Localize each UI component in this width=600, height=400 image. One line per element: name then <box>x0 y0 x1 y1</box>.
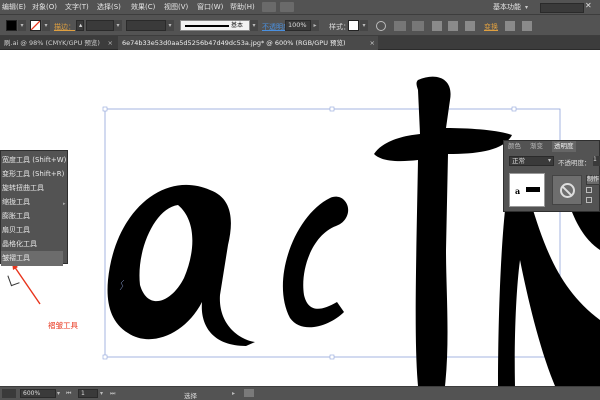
fill-dropdown-icon[interactable]: ▾ <box>18 20 26 31</box>
transform-link[interactable]: 变换 <box>484 22 498 32</box>
flyout-item-warp-tool[interactable]: 变形工具 (Shift+R) <box>1 167 64 182</box>
bounding-box-handle <box>329 354 335 360</box>
workspace-switcher[interactable]: 基本功能 <box>493 2 521 12</box>
menu-help[interactable]: 帮助(H) <box>230 2 255 12</box>
flyout-item-wrinkle-tool[interactable]: 皱褶工具 <box>1 251 63 266</box>
annotation-label: 褶皱工具 <box>48 321 78 330</box>
status-menu-icon[interactable]: ▸ <box>232 390 235 397</box>
artboard-field[interactable]: 1 <box>78 389 98 398</box>
scrollbar-thumb[interactable] <box>244 389 254 397</box>
mask-thumbnail[interactable] <box>552 175 582 205</box>
flyout-item-crystallize-tool[interactable]: 晶格化工具 <box>1 237 63 252</box>
object-thumbnail[interactable]: a <box>509 173 545 207</box>
control-bar: ▾ ▾ 描边： ▴ ▾ ▾ 基本 ▾ 不透明度： 100% ▸ 样式： ▾ 变换 <box>0 14 600 36</box>
panel-opacity-field[interactable]: 1 <box>593 156 600 166</box>
flyout-item-twirl-tool[interactable]: 旋转扭曲工具 <box>1 181 63 196</box>
menu-bar: 编辑(E) 对象(O) 文字(T) 选择(S) 效果(C) 视图(V) 窗口(W… <box>0 0 600 14</box>
arrange-documents-icon[interactable] <box>280 2 294 12</box>
bounding-box-handle <box>511 106 517 112</box>
opacity-field[interactable]: 100% <box>285 20 311 31</box>
panel-tab-gradient[interactable]: 渐变 <box>528 141 545 152</box>
stroke-dropdown-icon[interactable]: ▾ <box>42 20 50 31</box>
zoom-chevron-icon[interactable]: ▾ <box>57 390 60 397</box>
tool-flyout-menu: 宽度工具 (Shift+W) 变形工具 (Shift+R) 旋转扭曲工具 缩拢工… <box>0 150 68 266</box>
menu-type[interactable]: 文字(T) <box>65 2 89 12</box>
flyout-item-bloat-tool[interactable]: 膨胀工具 <box>1 209 63 224</box>
artwork[interactable] <box>0 50 600 386</box>
tab-document-1[interactable]: 刷.ai @ 98% (CMYK/GPU 预览) × <box>0 36 116 50</box>
annotation-arrow <box>13 265 41 305</box>
brush-dropdown-icon[interactable]: ▾ <box>250 20 258 31</box>
flyout-item-scallop-tool[interactable]: 扇贝工具 <box>1 223 63 238</box>
close-window-button[interactable]: ✕ <box>585 1 592 10</box>
clip-checkbox[interactable] <box>586 187 592 193</box>
menu-view[interactable]: 视图(V) <box>164 2 188 12</box>
first-artboard-icon[interactable]: ⏮ <box>66 390 71 398</box>
align-to-icon[interactable] <box>465 21 475 31</box>
document-setup-icon[interactable] <box>394 21 406 31</box>
tab-document-2[interactable]: 6e74b33e53d0aa5d5256b47d49dc53a.jpg* @ 6… <box>118 36 378 50</box>
align-icon[interactable] <box>432 21 442 31</box>
transparency-panel: 颜色 渐变 透明度 正常 ▾ 不透明度： 1 a 制作 <box>503 140 600 212</box>
tab-label: 刷.ai @ 98% (CMYK/GPU 预览) <box>4 39 100 47</box>
style-swatch[interactable] <box>348 20 359 31</box>
style-label: 样式： <box>329 23 350 31</box>
artboard-chevron-icon[interactable]: ▾ <box>100 390 103 397</box>
flyout-item-pucker-tool[interactable]: 缩拢工具 <box>1 195 63 210</box>
thumbnail-artwork-a: a <box>515 186 520 196</box>
brush-definition[interactable]: 基本 <box>180 20 250 31</box>
glyph-t <box>374 76 512 386</box>
flyout-tearoff-icon[interactable]: ▸ <box>63 201 68 213</box>
bounding-box-handle <box>102 106 108 112</box>
menu-object[interactable]: 对象(O) <box>32 2 57 12</box>
invert-mask-checkbox[interactable] <box>586 197 592 203</box>
brush-stroke-preview <box>185 25 229 27</box>
stroke-weight-dropdown-icon[interactable]: ▾ <box>114 20 122 31</box>
no-mask-icon <box>560 183 575 198</box>
search-input[interactable] <box>540 3 584 13</box>
menu-select[interactable]: 选择(S) <box>97 2 121 12</box>
stroke-weight-field[interactable] <box>86 20 114 31</box>
glyph-c <box>282 196 349 328</box>
preferences-icon[interactable] <box>412 21 424 31</box>
status-bar: 600% ▾ ⏮ 1 ▾ ⏭ 选择 ▸ <box>0 386 600 400</box>
stroke-label[interactable]: 描边： <box>54 22 75 32</box>
isolate-icon[interactable] <box>505 21 515 31</box>
menu-effect[interactable]: 效果(C) <box>131 2 155 12</box>
zoom-menu-icon[interactable] <box>2 389 16 398</box>
bounding-box-handle <box>329 106 335 112</box>
distribute-icon[interactable] <box>448 21 458 31</box>
workspace-chevron-icon[interactable]: ▾ <box>525 4 528 11</box>
brush-name: 基本 <box>231 22 244 29</box>
canvas[interactable]: 褶皱工具 <box>0 50 600 386</box>
next-artboard-icon[interactable]: ⏭ <box>110 390 115 398</box>
stroke-weight-stepper[interactable]: ▴ <box>76 20 84 31</box>
make-mask-button[interactable]: 制作 <box>586 175 600 185</box>
panel-tab-transparency[interactable]: 透明度 <box>552 141 576 152</box>
variable-width-profile[interactable] <box>126 20 166 31</box>
menu-edit[interactable]: 编辑(E) <box>2 2 26 12</box>
style-dropdown-icon[interactable]: ▾ <box>360 20 368 31</box>
flyout-item-width-tool[interactable]: 宽度工具 (Shift+W) <box>1 153 66 168</box>
close-tab-icon[interactable]: × <box>108 36 113 50</box>
opacity-dropdown-icon[interactable]: ▸ <box>311 20 319 31</box>
document-tab-bar: 刷.ai @ 98% (CMYK/GPU 预览) × 6e74b33e53d0a… <box>0 36 600 50</box>
bridge-icon[interactable] <box>262 2 276 12</box>
recolor-icon[interactable] <box>376 21 386 31</box>
panel-opacity-label: 不透明度： <box>558 159 591 167</box>
profile-dropdown-icon[interactable]: ▾ <box>166 20 174 31</box>
thumbnail-artwork-bar <box>526 187 540 192</box>
panel-tab-color[interactable]: 颜色 <box>506 141 523 152</box>
tab-label: 6e74b33e53d0aa5d5256b47d49dc53a.jpg* @ 6… <box>122 39 346 47</box>
panel-menu-icon[interactable] <box>522 21 532 31</box>
close-tab-icon[interactable]: × <box>370 36 375 50</box>
menu-window[interactable]: 窗口(W) <box>197 2 223 12</box>
stroke-swatch[interactable] <box>30 20 41 31</box>
blend-mode-chevron-icon[interactable]: ▾ <box>548 157 551 164</box>
zoom-field[interactable]: 600% <box>20 389 56 398</box>
current-tool-label: 选择 <box>184 392 197 400</box>
fill-swatch[interactable] <box>6 20 17 31</box>
bounding-box-handle <box>102 354 108 360</box>
glyph-a <box>107 184 256 346</box>
